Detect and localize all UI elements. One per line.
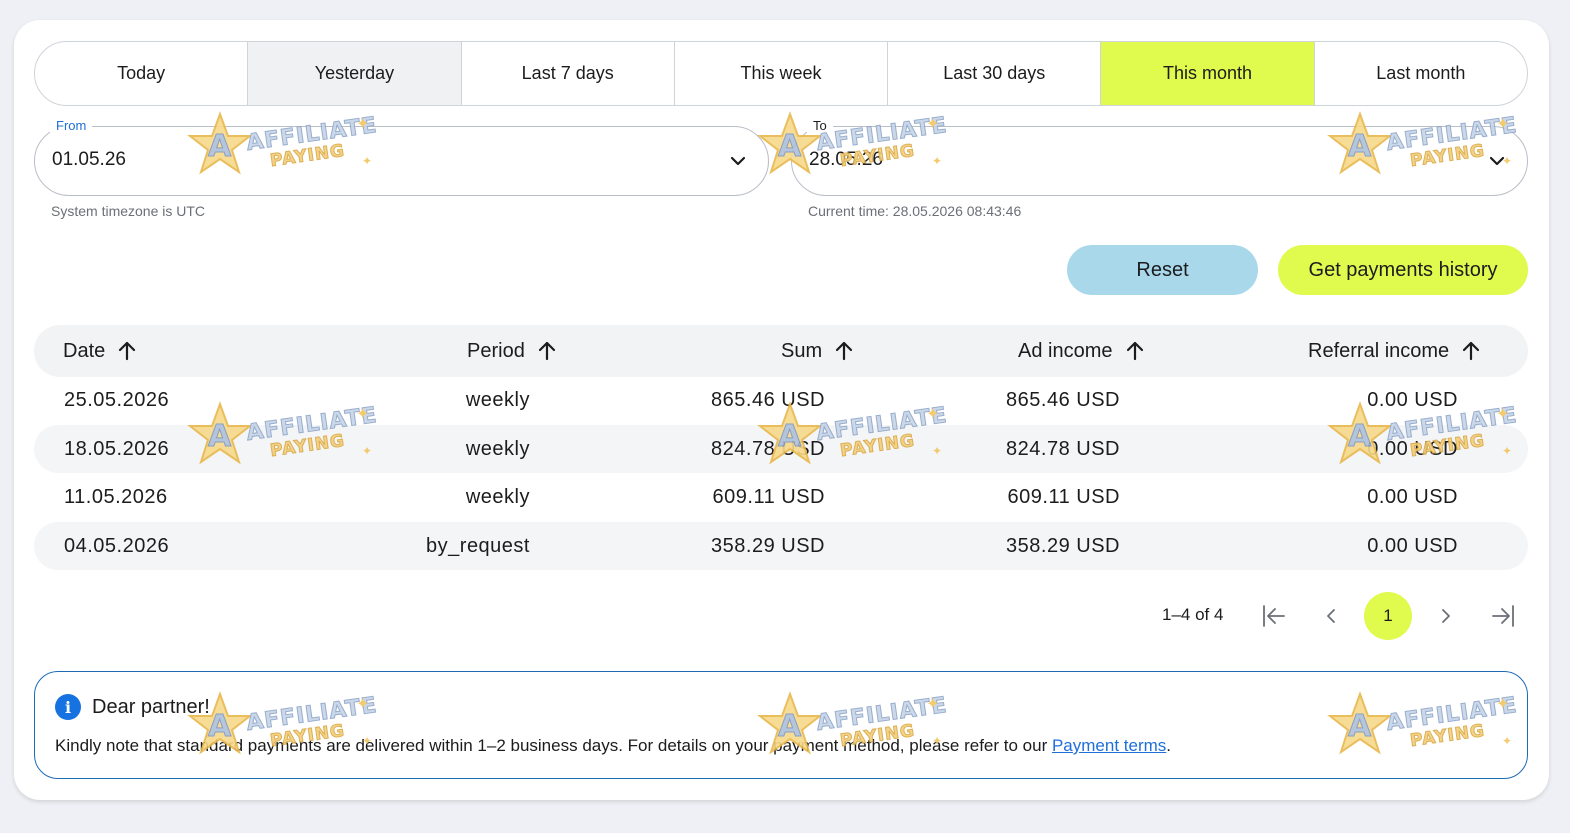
tab-last-30-days[interactable]: Last 30 days <box>888 42 1102 105</box>
tab-yesterday[interactable]: Yesterday <box>248 42 462 105</box>
payment-notice: i Dear partner! Kindly note that standar… <box>34 671 1528 779</box>
table-row: 04.05.2026 by_request 358.29 USD 358.29 … <box>34 522 1528 570</box>
column-header-period: Period <box>467 339 525 362</box>
cell-referral-income: 0.00 USD <box>1367 534 1458 557</box>
notice-suffix: . <box>1166 736 1171 755</box>
cell-date: 25.05.2026 <box>64 388 170 411</box>
sort-sum[interactable]: Sum <box>781 325 856 377</box>
tab-last-7-days[interactable]: Last 7 days <box>462 42 675 105</box>
cell-period: weekly <box>465 437 530 460</box>
reset-button[interactable]: Reset <box>1067 245 1258 295</box>
cell-sum: 824.78 USD <box>711 437 825 460</box>
first-page-button[interactable] <box>1250 592 1298 640</box>
notice-body: Kindly note that standard payments are d… <box>55 736 1052 755</box>
arrow-up-icon <box>1126 341 1143 361</box>
cell-referral-income: 0.00 USD <box>1367 388 1458 411</box>
from-label: From <box>50 118 93 133</box>
to-value: 28.05.26 <box>809 149 883 170</box>
to-date-field[interactable]: To 28.05.26 <box>791 118 1528 196</box>
cell-ad-income: 824.78 USD <box>1006 437 1120 460</box>
table-row: 18.05.2026 weekly 824.78 USD 824.78 USD … <box>34 425 1528 473</box>
cell-ad-income: 609.11 USD <box>1007 485 1120 508</box>
sort-ad-income[interactable]: Ad income <box>1018 325 1147 377</box>
payment-terms-link[interactable]: Payment terms <box>1052 736 1166 755</box>
column-header-referral-income: Referral income <box>1308 339 1450 362</box>
cell-date: 11.05.2026 <box>64 485 168 508</box>
pagination-info: 1–4 of 4 <box>1162 605 1224 624</box>
tab-this-week[interactable]: This week <box>675 42 889 105</box>
current-time-hint: Current time: 28.05.2026 08:43:46 <box>808 203 1022 219</box>
column-header-date: Date <box>63 339 106 362</box>
cell-period: weekly <box>465 388 530 411</box>
chevron-down-icon[interactable] <box>728 151 748 171</box>
cell-referral-income: 0.00 USD <box>1367 437 1458 460</box>
cell-period: by_request <box>426 534 530 557</box>
tab-today[interactable]: Today <box>35 42 249 105</box>
sort-referral-income[interactable]: Referral income <box>1308 325 1483 377</box>
from-date-field[interactable]: From 01.05.26 <box>34 118 769 196</box>
info-icon: i <box>55 694 81 720</box>
arrow-up-icon <box>119 341 136 361</box>
cell-ad-income: 358.29 USD <box>1006 534 1120 557</box>
arrow-up-icon <box>538 341 555 361</box>
sort-date[interactable]: Date <box>63 325 139 377</box>
next-page-button[interactable] <box>1422 592 1470 640</box>
last-page-button[interactable] <box>1479 592 1527 640</box>
last-page-icon <box>1492 605 1514 627</box>
payments-card: Today Yesterday Last 7 days This week La… <box>14 20 1549 800</box>
page-1-button[interactable]: 1 <box>1364 592 1412 640</box>
notice-text: Kindly note that standard payments are d… <box>55 736 1171 756</box>
column-header-ad-income: Ad income <box>1018 339 1113 362</box>
first-page-icon <box>1263 605 1285 627</box>
table-header: Date Period Sum Ad income Referral incom… <box>34 325 1528 377</box>
to-label: To <box>807 118 833 133</box>
tab-last-month[interactable]: Last month <box>1315 42 1527 105</box>
table-row: 25.05.2026 weekly 865.46 USD 865.46 USD … <box>34 376 1528 424</box>
cell-ad-income: 865.46 USD <box>1006 388 1120 411</box>
chevron-right-icon <box>1442 609 1450 623</box>
arrow-up-icon <box>836 341 853 361</box>
table-row: 11.05.2026 weekly 609.11 USD 609.11 USD … <box>34 473 1528 521</box>
timezone-hint: System timezone is UTC <box>51 203 206 219</box>
tab-this-month[interactable]: This month <box>1101 42 1315 105</box>
cell-date: 04.05.2026 <box>64 534 170 557</box>
cell-sum: 609.11 USD <box>712 485 825 508</box>
cell-date: 18.05.2026 <box>64 437 170 460</box>
chevron-left-icon <box>1327 609 1335 623</box>
cell-referral-income: 0.00 USD <box>1367 485 1458 508</box>
sort-period[interactable]: Period <box>467 325 559 377</box>
chevron-down-icon[interactable] <box>1487 151 1507 171</box>
cell-period: weekly <box>465 485 530 508</box>
get-payments-history-button[interactable]: Get payments history <box>1278 245 1528 295</box>
cell-sum: 358.29 USD <box>711 534 825 557</box>
from-value: 01.05.26 <box>52 149 126 170</box>
period-tabs: Today Yesterday Last 7 days This week La… <box>34 41 1528 106</box>
arrow-up-icon <box>1463 341 1480 361</box>
previous-page-button[interactable] <box>1307 592 1355 640</box>
cell-sum: 865.46 USD <box>711 388 825 411</box>
column-header-sum: Sum <box>781 339 823 362</box>
notice-title: Dear partner! <box>92 696 210 718</box>
